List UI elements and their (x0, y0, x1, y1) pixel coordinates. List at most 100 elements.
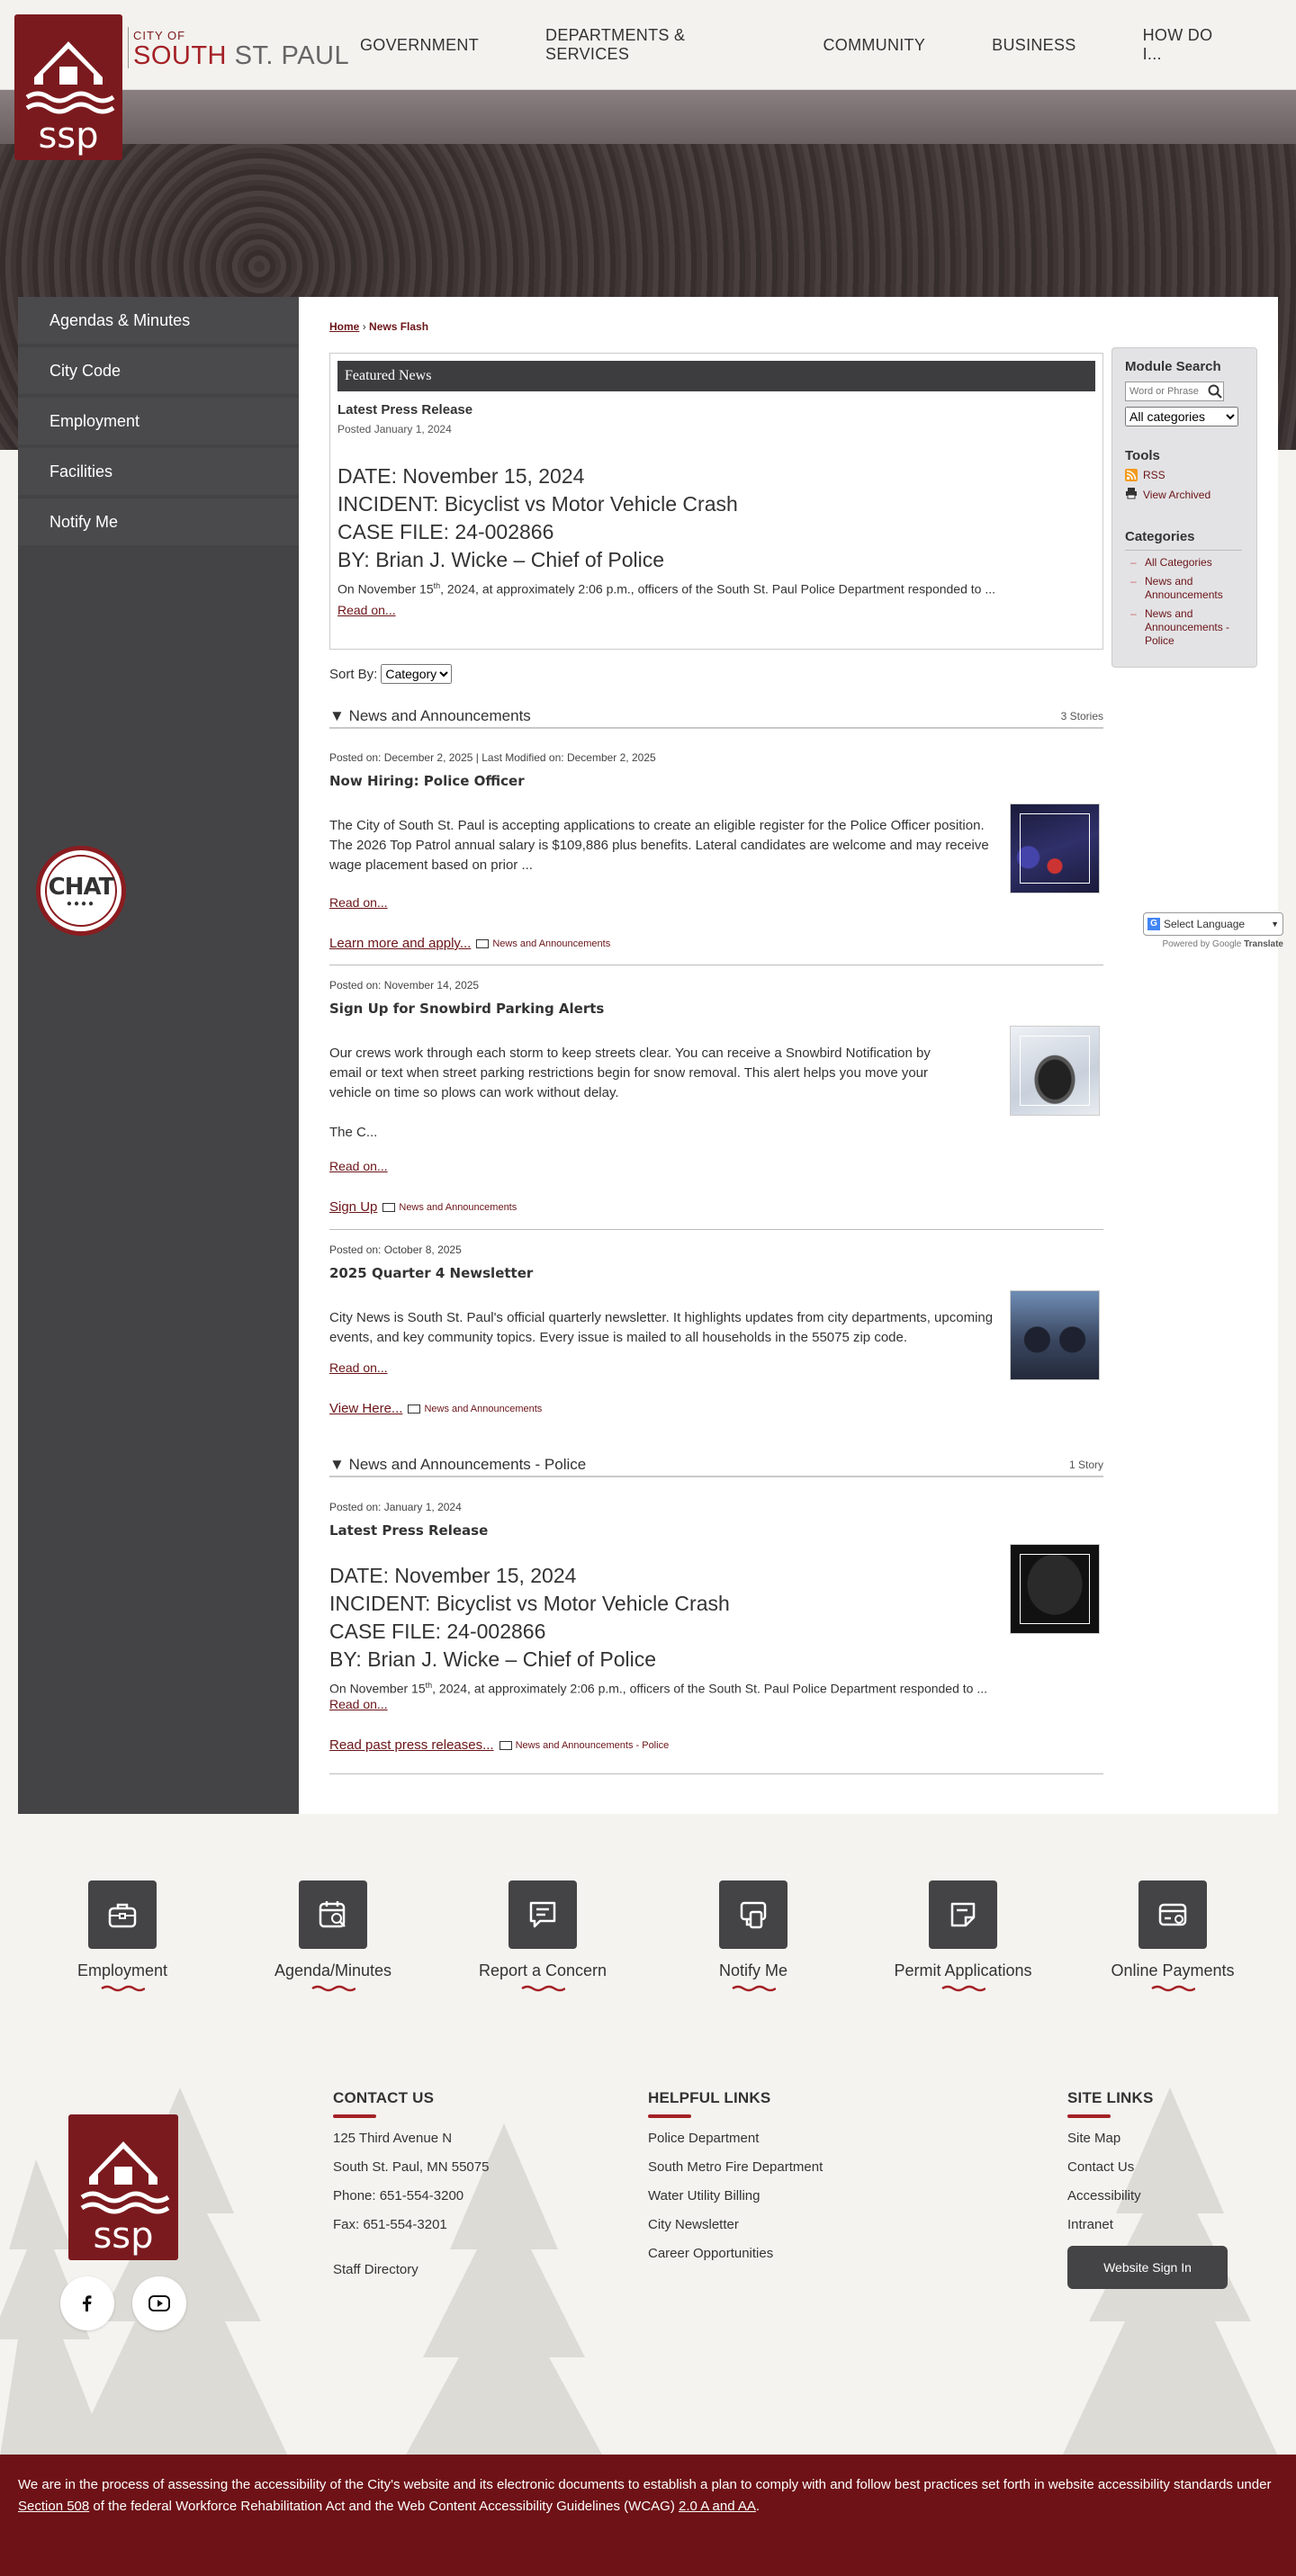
section-title: ▼ News and Announcements (329, 707, 531, 724)
section-508-link[interactable]: Section 508 (18, 2499, 89, 2514)
featured-read-on-link[interactable]: Read on... (338, 603, 1102, 617)
footer-link-accessibility[interactable]: Accessibility (1067, 2188, 1228, 2204)
quick-link-report-concern[interactable]: Report a Concern (453, 1880, 633, 1997)
svg-text:ssp: ssp (38, 115, 98, 157)
nav-government[interactable]: GOVERNMENT (360, 36, 479, 55)
article-footer: Sign Up News and Announcements (329, 1199, 517, 1215)
sidebar-item-facilities[interactable]: Facilities (18, 448, 299, 495)
rss-link[interactable]: RSS (1125, 469, 1244, 481)
quick-link-online-payments[interactable]: Online Payments (1083, 1880, 1263, 1997)
news-article: Posted on: November 14, 2025 Sign Up for… (329, 979, 1103, 1215)
collapse-arrow-icon: ▼ (329, 1456, 345, 1473)
featured-title[interactable]: Latest Press Release (338, 402, 1102, 417)
article-posted-date: Posted on: November 14, 2025 (329, 979, 480, 992)
collapse-arrow-icon: ▼ (329, 707, 345, 724)
footer-link-water-billing[interactable]: Water Utility Billing (648, 2188, 823, 2204)
article-thumbnail-image[interactable] (1010, 1544, 1100, 1634)
article-category-link[interactable]: News and Announcements - Police (516, 1740, 670, 1751)
language-select[interactable]: G Select Language ▼ (1143, 912, 1283, 936)
article-footer: Learn more and apply... News and Announc… (329, 936, 610, 951)
nav-departments-services[interactable]: DEPARTMENTS & SERVICES (545, 26, 756, 64)
google-g-icon: G (1148, 918, 1160, 930)
article-footer-link[interactable]: Read past press releases... (329, 1737, 494, 1753)
left-sidebar: Agendas & Minutes City Code Employment F… (18, 297, 299, 1814)
footer-logo[interactable]: ssp (68, 2114, 178, 2260)
quick-link-employment[interactable]: Employment (32, 1880, 212, 1997)
rss-icon (1125, 469, 1138, 481)
article-title[interactable]: 2025 Quarter 4 Newsletter (329, 1265, 1103, 1281)
footer-link-intranet[interactable]: Intranet (1067, 2217, 1228, 2233)
category-news-announcements[interactable]: News and Announcements (1125, 575, 1244, 602)
accessibility-banner: We are in the process of assessing the a… (0, 2455, 1296, 2576)
category-all[interactable]: All Categories (1125, 556, 1244, 570)
article-read-on-link[interactable]: Read on... (329, 1697, 388, 1711)
article-read-on-link[interactable]: Read on... (329, 1159, 388, 1173)
breadcrumb-home[interactable]: Home (329, 320, 359, 333)
section-count: 3 Stories (1060, 710, 1103, 723)
quick-link-permit-applications[interactable]: Permit Applications (873, 1880, 1053, 1997)
article-title[interactable]: Now Hiring: Police Officer (329, 773, 1103, 789)
section-news-announcements-police[interactable]: ▼ News and Announcements - Police 1 Stor… (329, 1454, 1103, 1477)
footer-link-police[interactable]: Police Department (648, 2131, 823, 2147)
facebook-icon[interactable] (60, 2276, 114, 2330)
featured-news-header: Featured News (338, 361, 1095, 391)
article-body: The City of South St. Paul is accepting … (329, 818, 989, 873)
module-search-icon[interactable] (1208, 384, 1222, 403)
section-news-announcements[interactable]: ▼ News and Announcements 3 Stories (329, 705, 1103, 729)
contact-phone: Phone: 651-554-3200 (333, 2188, 464, 2204)
footer-link-newsletter[interactable]: City Newsletter (648, 2217, 823, 2233)
news-article: Posted on: January 1, 2024 Latest Press … (329, 1501, 1103, 1753)
article-posted-date: Posted on: January 1, 2024 (329, 1501, 462, 1513)
breadcrumb-current[interactable]: News Flash (369, 320, 428, 333)
footer-site-links: SITE LINKS Site Map Contact Us Accessibi… (1067, 2089, 1228, 2289)
sidebar-item-agendas-minutes[interactable]: Agendas & Minutes (18, 297, 299, 344)
section-title: ▼ News and Announcements - Police (329, 1456, 587, 1473)
category-news-announcements-police[interactable]: News and Announcements - Police (1125, 607, 1244, 648)
quick-link-notify-me[interactable]: Notify Me (663, 1880, 843, 1997)
article-footer-link[interactable]: View Here... (329, 1401, 402, 1416)
article-read-on-link[interactable]: Read on... (329, 1360, 388, 1375)
wcag-link[interactable]: 2.0 A and AA (679, 2499, 756, 2514)
featured-news: Featured News Latest Press Release Poste… (329, 353, 1103, 650)
nav-business[interactable]: BUSINESS (992, 36, 1076, 55)
article-posted-date: Posted on: December 2, 2025 | Last Modif… (329, 751, 656, 764)
logo-city-name[interactable]: SOUTH ST. PAUL (133, 41, 349, 71)
module-categories-title: Categories (1125, 529, 1195, 544)
sidebar-item-city-code[interactable]: City Code (18, 347, 299, 394)
calendar-search-icon (299, 1880, 367, 1949)
sidebar-item-notify-me[interactable]: Notify Me (18, 498, 299, 545)
article-footer: Read past press releases... News and Ann… (329, 1737, 669, 1753)
sidebar-item-employment[interactable]: Employment (18, 398, 299, 444)
module-category-select[interactable]: All categories (1125, 407, 1238, 426)
article-category-link[interactable]: News and Announcements (492, 938, 610, 949)
quick-link-agenda-minutes[interactable]: Agenda/Minutes (243, 1880, 423, 1997)
article-thumbnail-image[interactable] (1010, 803, 1100, 893)
helpful-links-title: HELPFUL LINKS (648, 2089, 771, 2106)
featured-case-line: CASE FILE: 24-002866 (338, 520, 554, 543)
youtube-icon[interactable] (132, 2276, 186, 2330)
article-footer-link[interactable]: Learn more and apply... (329, 936, 471, 951)
staff-directory-link[interactable]: Staff Directory (333, 2262, 489, 2278)
sort-by-select[interactable]: Category (381, 664, 453, 684)
helpful-links-title-bar (648, 2114, 691, 2118)
nav-community[interactable]: COMMUNITY (823, 36, 925, 55)
article-footer-link[interactable]: Sign Up (329, 1199, 377, 1215)
article-title[interactable]: Latest Press Release (329, 1522, 1103, 1539)
article-read-on-link[interactable]: Read on... (329, 895, 388, 910)
city-logo[interactable]: ssp (14, 14, 122, 160)
article-category-link[interactable]: News and Announcements (424, 1404, 542, 1414)
footer-link-fire[interactable]: South Metro Fire Department (648, 2159, 823, 2176)
chat-button[interactable]: CHAT ●●●● (36, 846, 126, 936)
article-category-link[interactable]: News and Announcements (399, 1202, 517, 1213)
view-archived-link[interactable]: View Archived (1125, 487, 1244, 502)
article-thumbnail-image[interactable] (1010, 1026, 1100, 1116)
footer-link-contact-us[interactable]: Contact Us (1067, 2159, 1228, 2176)
website-sign-in-button[interactable]: Website Sign In (1067, 2246, 1228, 2289)
article-title[interactable]: Sign Up for Snowbird Parking Alerts (329, 1001, 1103, 1017)
footer-link-careers[interactable]: Career Opportunities (648, 2246, 823, 2262)
site-footer: ssp CONTACT US 125 Third Avenue N South … (0, 2051, 1296, 2456)
nav-how-do-i[interactable]: HOW DO I... (1143, 26, 1229, 64)
footer-link-site-map[interactable]: Site Map (1067, 2131, 1228, 2147)
article-case-line: CASE FILE: 24-002866 (329, 1620, 546, 1643)
article-thumbnail-image[interactable] (1010, 1290, 1100, 1380)
